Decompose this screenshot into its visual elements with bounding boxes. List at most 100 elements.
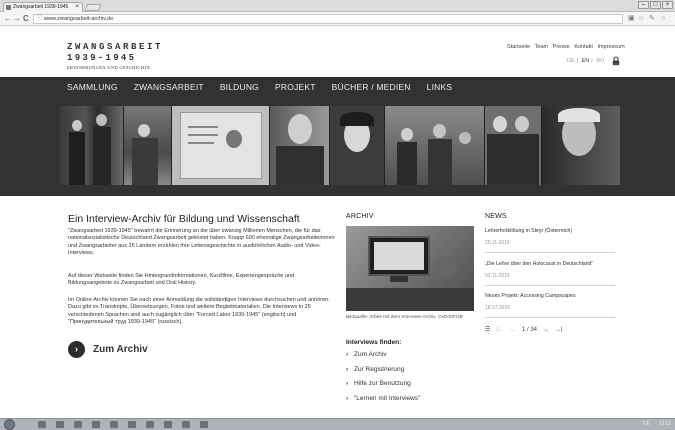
taskbar-app-icon[interactable] (92, 421, 100, 428)
taskbar-app-icon[interactable] (128, 421, 136, 428)
news-item[interactable]: Lehrerfortbildung in Steyr (Österreich) … (485, 228, 620, 246)
photo-strip (60, 106, 620, 185)
browser-tab[interactable]: Zwangsarbeit 1939-1945 × (3, 2, 83, 12)
interviews-list: › Zum Archiv › Zur Registrierung › Hilfe zu… (346, 351, 420, 409)
tray-language[interactable]: DE (643, 421, 650, 427)
logo-line-2[interactable]: 1939-1945 (67, 53, 136, 63)
chevron-right-icon: › (346, 365, 349, 373)
reload-button[interactable]: C (23, 13, 29, 25)
forward-button[interactable]: → (13, 13, 21, 25)
archive-heading: ARCHIV (346, 213, 374, 220)
intro-paragraph-1: "Zwangsarbeit 1939-1945" bewahrt die Eri… (68, 228, 335, 256)
os-taskbar: DE 13:12 (0, 418, 675, 430)
interviews-heading: Interviews finden: (346, 339, 402, 346)
news-title: Lehrerfortbildung in Steyr (Österreich) (485, 228, 573, 234)
intro-paragraph-3: Im Online-Archiv können Sie nach einer A… (68, 297, 330, 325)
toplink-startseite[interactable]: Startseite (507, 44, 530, 50)
new-tab-button[interactable] (84, 4, 102, 11)
first-page-icon: |← (496, 326, 504, 333)
bookmark-star-icon[interactable]: ☆ (638, 14, 644, 24)
photo-8[interactable] (542, 106, 620, 185)
news-date: 18.07.2016 (485, 305, 511, 311)
news-item[interactable]: Neues Projekt: Accessing Campscapes 18.0… (485, 293, 620, 311)
taskbar-app-icon[interactable] (146, 421, 154, 428)
zum-archiv-cta[interactable]: › Zum Archiv (68, 341, 148, 358)
link-lernen-mit-interviews[interactable]: › "Lernen mit Interviews" (346, 395, 420, 410)
link-hilfe[interactable]: › Hilfe zur Benutzung (346, 380, 420, 395)
system-tray: DE 13:12 (643, 421, 671, 427)
intro-paragraph-2: Auf dieser Webseite finden Sie Hintergru… (68, 273, 295, 287)
archive-caption: Bildquelle: Arbeit mit dem Interview-Arc… (346, 315, 463, 320)
back-button[interactable]: ← (4, 13, 12, 25)
toplink-kontakt[interactable]: Kontakt (574, 44, 593, 50)
logo-tagline: ERINNERUNGEN UND GESCHICHTE (67, 65, 151, 70)
toplink-presse[interactable]: Presse (553, 44, 570, 50)
chevron-right-icon: › (346, 380, 349, 387)
prev-page-icon: ← (509, 326, 516, 333)
start-button[interactable] (4, 419, 15, 430)
last-page-icon[interactable]: →| (555, 327, 563, 333)
lang-de[interactable]: DE (567, 58, 575, 64)
nav-buecher-medien[interactable]: BÜCHER / MEDIEN (332, 82, 411, 92)
extension-icon[interactable]: ✎ (649, 14, 655, 24)
info-icon: ⓘ (36, 16, 43, 22)
page-indicator: 1 / 34 (521, 326, 537, 333)
news-title: „Die Lehre über den Holocaust in Deutsch… (485, 261, 594, 267)
window-controls: – □ × (638, 1, 673, 9)
taskbar-app-icon[interactable] (110, 421, 118, 428)
news-heading: NEWS (485, 213, 507, 220)
nav-links[interactable]: LINKS (427, 82, 453, 92)
archive-photo[interactable] (346, 226, 474, 311)
nav-sammlung[interactable]: SAMMLUNG (67, 82, 118, 92)
lang-en[interactable]: EN (582, 58, 590, 64)
taskbar-app-icon[interactable] (164, 421, 172, 428)
top-links: Startseite Team Presse Kontakt Impressum (507, 44, 628, 50)
language-switcher: DE | EN | RU (567, 58, 605, 64)
lang-ru[interactable]: RU (596, 58, 604, 64)
close-window-button[interactable]: × (662, 1, 673, 9)
login-lock-icon[interactable] (611, 56, 621, 66)
tab-close-button[interactable]: × (75, 3, 79, 12)
news-title: Neues Projekt: Accessing Campscapes (485, 293, 576, 299)
url-text: www.zwangsarbeit-archiv.de (44, 16, 114, 22)
main-nav: SAMMLUNG ZWANGSARBEIT BILDUNG PROJEKT BÜ… (67, 82, 468, 92)
photo-5[interactable] (330, 106, 385, 185)
nav-bildung[interactable]: BILDUNG (220, 82, 259, 92)
photo-4[interactable] (270, 106, 330, 185)
taskbar-app-icon[interactable] (38, 421, 46, 428)
nav-zwangsarbeit[interactable]: ZWANGSARBEIT (134, 82, 204, 92)
photo-6[interactable] (385, 106, 485, 185)
tray-clock[interactable]: 13:12 (658, 421, 671, 427)
photo-1[interactable] (60, 106, 124, 185)
photo-7[interactable] (485, 106, 542, 185)
photo-2[interactable] (124, 106, 172, 185)
translate-icon[interactable]: ▣ (628, 14, 635, 24)
menu-icon[interactable]: ○ (661, 14, 665, 24)
taskbar-app-icon[interactable] (56, 421, 64, 428)
link-zum-archiv[interactable]: › Zum Archiv (346, 351, 420, 366)
address-bar-row: ← → C ⓘ www.zwangsarbeit-archiv.de ▣ ☆ ✎… (0, 12, 675, 26)
arrow-circle-icon: › (68, 341, 85, 358)
next-page-icon[interactable]: → (543, 327, 549, 333)
link-zur-registrierung[interactable]: › Zur Registrierung (346, 366, 420, 381)
minimize-button[interactable]: – (638, 1, 649, 9)
tab-title: Zwangsarbeit 1939-1945 (13, 4, 69, 10)
logo-line-1[interactable]: ZWANGSARBEIT (67, 42, 163, 52)
nav-projekt[interactable]: PROJEKT (275, 82, 316, 92)
news-item[interactable]: „Die Lehre über den Holocaust in Deutsch… (485, 261, 620, 279)
taskbar-app-icon[interactable] (74, 421, 82, 428)
toplink-team[interactable]: Team (535, 44, 548, 50)
maximize-button[interactable]: □ (650, 1, 661, 9)
news-date: 25.11.2016 (485, 240, 510, 246)
url-input[interactable]: ⓘ www.zwangsarbeit-archiv.de (33, 14, 623, 24)
photo-3[interactable] (172, 106, 270, 185)
taskbar-app-icon[interactable] (182, 421, 190, 428)
zum-archiv-label: Zum Archiv (93, 344, 148, 355)
taskbar-app-icon[interactable] (200, 421, 208, 428)
chevron-right-icon: › (346, 394, 349, 402)
favicon-icon (6, 5, 11, 10)
browser-tabbar: Zwangsarbeit 1939-1945 × – □ × (0, 0, 675, 12)
page-heading: Ein Interview-Archiv für Bildung und Wis… (68, 213, 300, 225)
list-icon[interactable]: ☰ (485, 326, 490, 333)
toplink-impressum[interactable]: Impressum (598, 44, 625, 50)
